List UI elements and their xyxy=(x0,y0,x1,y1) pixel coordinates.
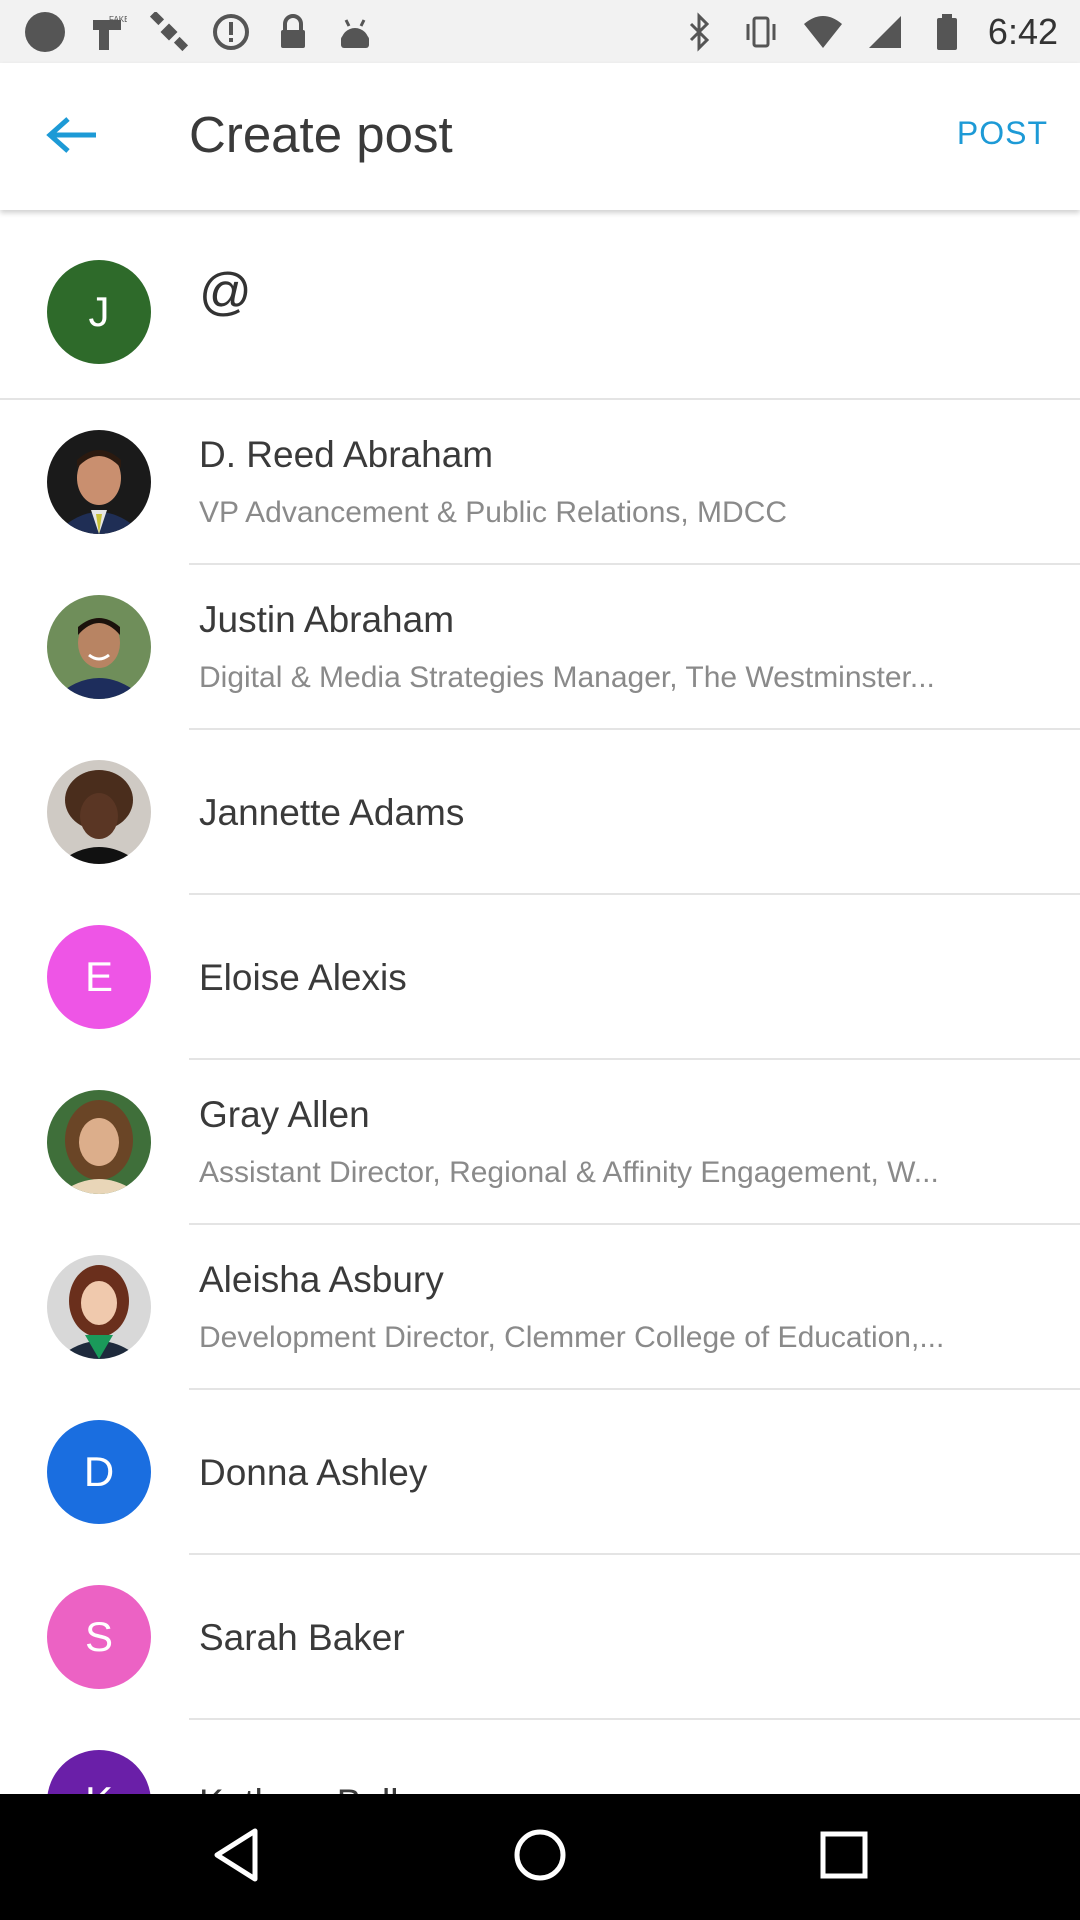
person-title: Digital & Media Strategies Manager, The … xyxy=(199,661,935,694)
status-bar: FAKE 6:42 xyxy=(0,0,1080,63)
person-name: Justin Abraham xyxy=(199,599,455,640)
bluetooth-icon xyxy=(678,11,720,53)
person-name: D. Reed Abraham xyxy=(199,434,494,475)
svg-text:FAKE: FAKE xyxy=(109,15,127,24)
vibrate-icon xyxy=(740,11,782,53)
mention-suggestion-list: D. Reed Abraham VP Advancement & Public … xyxy=(0,400,1080,1885)
avatar: D xyxy=(47,1420,151,1524)
avatar xyxy=(47,760,151,864)
list-item-donna-ashley[interactable]: D Donna Ashley xyxy=(0,1390,1080,1555)
nav-home-button[interactable] xyxy=(510,1827,570,1887)
list-item-gray-allen[interactable]: Gray Allen Assistant Director, Regional … xyxy=(0,1060,1080,1225)
list-item-jannette-adams[interactable]: Jannette Adams xyxy=(0,730,1080,895)
nav-back-button[interactable] xyxy=(206,1827,266,1887)
person-name: Sarah Baker xyxy=(199,1617,405,1658)
back-button[interactable] xyxy=(44,109,100,165)
nav-recents-icon xyxy=(819,1830,869,1885)
person-name: Donna Ashley xyxy=(199,1452,428,1493)
post-button[interactable]: POST xyxy=(957,115,1048,152)
person-name: Gray Allen xyxy=(199,1094,370,1135)
person-name: Aleisha Asbury xyxy=(199,1259,444,1300)
list-item-justin-abraham[interactable]: Justin Abraham Digital & Media Strategie… xyxy=(0,565,1080,730)
avatar: S xyxy=(47,1585,151,1689)
page-title: Create post xyxy=(189,106,453,163)
alert-icon xyxy=(210,11,252,53)
list-item-eloise-alexis[interactable]: E Eloise Alexis xyxy=(0,895,1080,1060)
wifi-icon xyxy=(802,11,844,53)
fake-gps-icon: FAKE xyxy=(86,11,128,53)
nav-back-icon xyxy=(211,1827,261,1888)
avatar xyxy=(47,595,151,699)
person-name: Eloise Alexis xyxy=(199,957,407,998)
list-item-d-reed-abraham[interactable]: D. Reed Abraham VP Advancement & Public … xyxy=(0,400,1080,565)
android-icon xyxy=(334,11,376,53)
nav-recents-button[interactable] xyxy=(814,1827,874,1887)
avatar xyxy=(47,430,151,534)
status-time: 6:42 xyxy=(987,10,1058,52)
lock-icon xyxy=(272,11,314,53)
person-name: Jannette Adams xyxy=(199,792,465,833)
person-title: VP Advancement & Public Relations, MDCC xyxy=(199,496,788,529)
compose-row: J @ xyxy=(0,210,1080,400)
navigation-bar xyxy=(0,1794,1080,1920)
list-item-aleisha-asbury[interactable]: Aleisha Asbury Development Director, Cle… xyxy=(0,1225,1080,1390)
list-item-sarah-baker[interactable]: S Sarah Baker xyxy=(0,1555,1080,1720)
app-bar: Create post POST xyxy=(0,63,1080,210)
satellite-icon xyxy=(148,11,190,53)
avatar: J xyxy=(47,260,151,364)
avatar-letter: E xyxy=(84,953,113,1000)
avatar-letter: J xyxy=(88,288,110,335)
battery-icon xyxy=(926,11,968,53)
avatar-letter: D xyxy=(83,1448,115,1495)
person-title: Assistant Director, Regional & Affinity … xyxy=(199,1156,939,1189)
arrow-left-icon xyxy=(44,115,100,160)
avatar xyxy=(47,1255,151,1359)
avatar-letter: S xyxy=(84,1613,113,1660)
circle-icon xyxy=(24,11,66,53)
avatar: E xyxy=(47,925,151,1029)
signal-icon xyxy=(864,11,906,53)
nav-home-icon xyxy=(512,1827,568,1888)
avatar xyxy=(47,1090,151,1194)
person-title: Development Director, Clemmer College of… xyxy=(199,1321,945,1354)
post-text-input[interactable]: @ xyxy=(199,262,252,322)
